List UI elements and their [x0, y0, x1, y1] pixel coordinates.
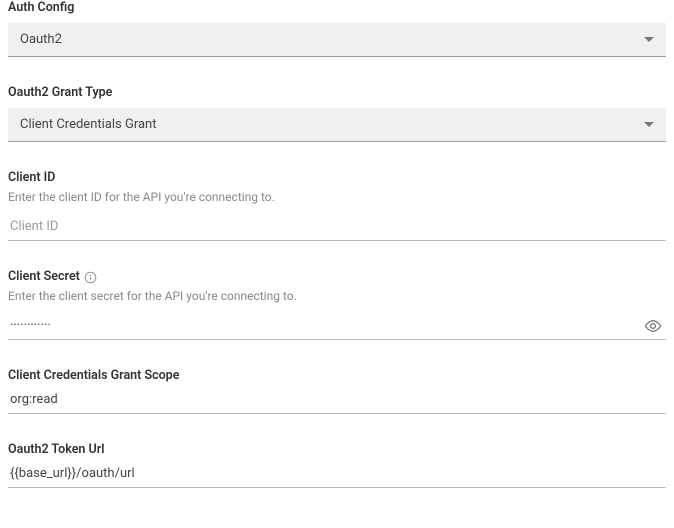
scope-input[interactable]: org:read: [8, 386, 666, 414]
grant-type-value: Client Credentials Grant: [20, 117, 156, 132]
field-grant-type: Oauth2 Grant Type Client Credentials Gra…: [8, 85, 666, 142]
client-secret-input[interactable]: ············: [8, 312, 666, 340]
chevron-down-icon: [644, 122, 654, 128]
token-url-input[interactable]: {{base_url}}/oauth/url: [8, 460, 666, 488]
auth-config-select[interactable]: Oauth2: [8, 23, 666, 57]
chevron-down-icon: [644, 37, 654, 43]
grant-type-select[interactable]: Client Credentials Grant: [8, 108, 666, 142]
client-secret-help: Enter the client secret for the API you'…: [8, 289, 666, 303]
token-url-value: {{base_url}}/oauth/url: [10, 466, 664, 481]
grant-type-label: Oauth2 Grant Type: [8, 85, 112, 102]
scope-value: org:read: [10, 392, 664, 407]
client-id-placeholder: Client ID: [10, 219, 664, 234]
info-icon[interactable]: [84, 271, 97, 284]
auth-config-value: Oauth2: [20, 32, 62, 47]
field-auth-config: Auth Config Oauth2: [8, 0, 666, 57]
field-client-id: Client ID Enter the client ID for the AP…: [8, 170, 666, 241]
field-client-secret: Client Secret Enter the client secret fo…: [8, 269, 666, 340]
field-scope: Client Credentials Grant Scope org:read: [8, 368, 666, 414]
token-url-label: Oauth2 Token Url: [8, 442, 104, 459]
client-secret-value: ············: [10, 318, 664, 333]
client-secret-label: Client Secret: [8, 269, 80, 286]
scope-label: Client Credentials Grant Scope: [8, 368, 179, 385]
field-token-url: Oauth2 Token Url {{base_url}}/oauth/url: [8, 442, 666, 488]
client-id-help: Enter the client ID for the API you're c…: [8, 190, 666, 204]
client-id-label: Client ID: [8, 170, 55, 187]
auth-config-label: Auth Config: [8, 0, 74, 17]
eye-icon[interactable]: [644, 320, 662, 332]
client-id-input[interactable]: Client ID: [8, 213, 666, 241]
